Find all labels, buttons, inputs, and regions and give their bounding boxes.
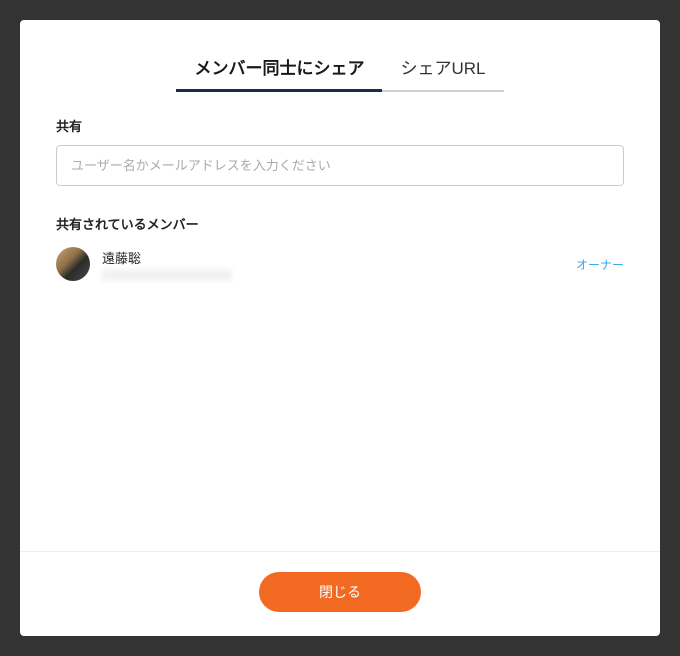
share-label: 共有 bbox=[56, 116, 624, 135]
member-role: オーナー bbox=[576, 256, 624, 273]
member-info: 遠藤聡 bbox=[102, 248, 564, 281]
members-label: 共有されているメンバー bbox=[56, 214, 624, 233]
avatar bbox=[56, 247, 90, 281]
modal-footer: 閉じる bbox=[20, 551, 660, 636]
member-row: 遠藤聡 オーナー bbox=[56, 245, 624, 283]
share-modal: メンバー同士にシェア シェアURL 共有 共有されているメンバー 遠藤聡 オーナ… bbox=[20, 20, 660, 636]
member-email-blurred bbox=[102, 269, 232, 281]
tab-bar: メンバー同士にシェア シェアURL bbox=[20, 20, 660, 92]
share-input[interactable] bbox=[56, 145, 624, 186]
tab-share-members[interactable]: メンバー同士にシェア bbox=[176, 48, 382, 92]
share-input-section: 共有 bbox=[56, 116, 624, 186]
member-name: 遠藤聡 bbox=[102, 248, 564, 267]
modal-content: 共有 共有されているメンバー 遠藤聡 オーナー bbox=[20, 92, 660, 551]
tab-share-url[interactable]: シェアURL bbox=[382, 48, 503, 92]
close-button[interactable]: 閉じる bbox=[259, 572, 421, 612]
